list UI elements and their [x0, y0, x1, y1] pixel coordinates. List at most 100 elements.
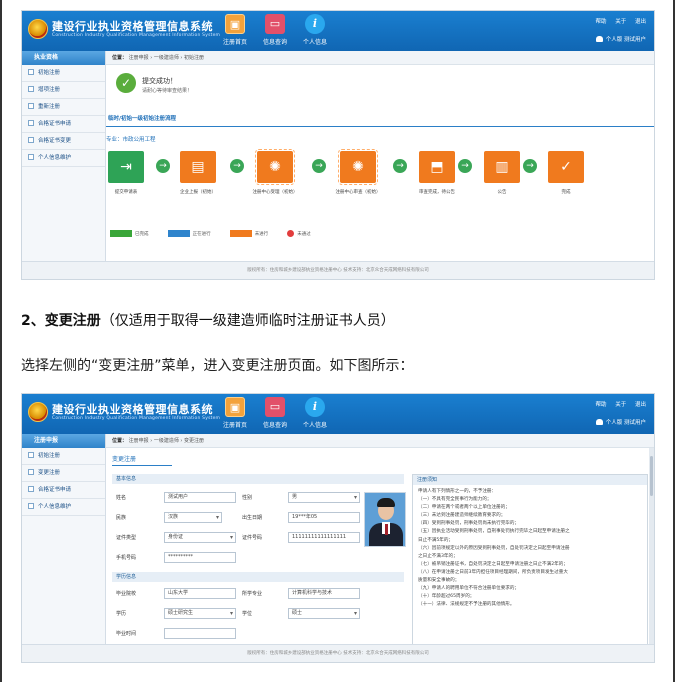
id-number-field[interactable]: 11111111111111111 — [288, 532, 360, 543]
current-user[interactable]: 个人版 测试用户 — [595, 35, 646, 43]
notice-line: 日止不满5年的； — [418, 537, 454, 543]
flow-step-label: 企业上报（初始） — [180, 190, 216, 195]
system-subtitle: Construction Industry Qualification Mana… — [52, 416, 221, 421]
sidebar-item-certificate-apply[interactable]: 合格证书申请 — [22, 116, 105, 133]
breadcrumb-item[interactable]: 注册申报 — [129, 438, 149, 444]
legend-done: 已完成 — [110, 230, 149, 237]
vertical-scrollbar[interactable] — [649, 448, 654, 644]
sidebar-item-change[interactable]: 变更注册 — [22, 465, 105, 482]
notice-title: 注册须知 — [413, 475, 647, 485]
nav-home-button[interactable]: ▣ 注册首页 — [218, 397, 252, 433]
notice-line: （八）在申请注册之日前3年内担任项目经理期间，所负责项目发生过重大 — [418, 569, 568, 575]
legend-swatch — [167, 230, 190, 237]
sidebar: 注册申报 初始注册 变更注册 合格证书申请 个人信息维护 — [22, 434, 106, 644]
sidebar-item-profile[interactable]: 个人信息维护 — [22, 499, 105, 516]
home-icon: ▣ — [225, 397, 245, 417]
breadcrumb-item[interactable]: 注册申报 — [129, 55, 149, 61]
help-link[interactable]: 帮助 — [595, 19, 606, 25]
legend-in-progress: 正在进行 — [167, 230, 211, 237]
form-title: 变更注册 — [112, 454, 172, 466]
section-basic-info: 基本信息 — [112, 474, 404, 484]
breadcrumb-item[interactable]: 一级建造师 — [154, 438, 179, 444]
flow-step-label: 完成 — [561, 190, 571, 195]
list-icon — [28, 86, 34, 92]
sidebar-item-add[interactable]: 增项注册 — [22, 82, 105, 99]
success-title: 提交成功！ — [142, 77, 177, 85]
notice-line: 质量和安全事故的； — [418, 578, 460, 584]
id-type-select[interactable]: 身份证 — [164, 532, 236, 543]
notice-line: （七）被吊销注册证书，自处罚决定之日起至申请注册之日止不满2年的； — [418, 561, 568, 567]
main-content: 位置： 注册申报 › 一级建造师 › 初始注册 ✓ 提交成功！ 请耐心等待审查结… — [106, 51, 654, 261]
main-content: 位置： 注册申报 › 一级建造师 › 变更注册 变更注册 基本信息 姓名 测试用… — [106, 434, 654, 662]
photo-hair — [377, 498, 395, 507]
list-icon — [28, 486, 34, 492]
breadcrumb-item[interactable]: 一级建造师 — [154, 55, 179, 61]
sidebar-item-certificate-apply[interactable]: 合格证书申请 — [22, 482, 105, 499]
flow-step-label: 注册中心审查（初始） — [335, 190, 381, 195]
school-field[interactable]: 山东大学 — [164, 588, 236, 599]
nav-home-button[interactable]: ▣ 注册首页 — [218, 14, 252, 50]
nation-select[interactable]: 汉族 — [164, 512, 222, 523]
applicant-photo — [364, 492, 406, 547]
sidebar-header[interactable]: 执业资格 — [22, 51, 105, 65]
sidebar-item-reregister[interactable]: 重新注册 — [22, 99, 105, 116]
list-icon — [28, 120, 34, 126]
nav-info-button[interactable]: i 个人信息 — [298, 397, 332, 433]
arrow-right-icon: → — [312, 159, 326, 173]
notice-line: （六）因前项规定以外的原因受到刑事处罚，自处罚决定之日起至申请注册 — [418, 545, 570, 551]
birth-date-field[interactable]: 19***年05 — [288, 512, 360, 523]
graduation-field[interactable] — [164, 628, 236, 639]
name-field[interactable]: 测试用户 — [164, 492, 236, 503]
gear-review-icon: ✺ — [338, 149, 378, 185]
sidebar-item-initial[interactable]: 初始注册 — [22, 65, 105, 82]
nav-query-button[interactable]: ▭ 信息查询 — [258, 397, 292, 433]
legend-not-started: 未进行 — [229, 230, 268, 237]
notice-line: （五）因执业活动受到刑事处罚，自刑事处罚执行完毕之日起至申请注册之 — [418, 529, 570, 535]
sidebar-item-certificate-change[interactable]: 合格证书变更 — [22, 133, 105, 150]
sidebar-item-label: 个人信息维护 — [38, 155, 72, 161]
current-user[interactable]: 个人版 测试用户 — [595, 418, 646, 426]
nav-query-button[interactable]: ▭ 信息查询 — [258, 14, 292, 50]
flow-step-pending-announce: ⬒ 审查完成，待公告 — [409, 151, 465, 195]
sidebar-item-initial[interactable]: 初始注册 — [22, 448, 105, 465]
company-folder-icon: ▤ — [180, 151, 216, 183]
name-label: 姓名 — [116, 495, 127, 501]
major-field[interactable]: 计算机科学与技术 — [288, 588, 360, 599]
help-link[interactable]: 帮助 — [595, 402, 606, 408]
tab-registration-flow[interactable]: 临时/初始一级初始注册流程 — [108, 113, 176, 126]
sidebar-item-profile[interactable]: 个人信息维护 — [22, 150, 105, 167]
degree-select[interactable]: 硕士 — [288, 608, 360, 619]
gear-review-icon: ✺ — [255, 149, 295, 185]
arrow-right-icon: → — [156, 159, 170, 173]
nav-info-button[interactable]: i 个人信息 — [298, 14, 332, 50]
about-link[interactable]: 关于 — [615, 19, 626, 25]
success-subtitle: 请耐心等待审查结果！ — [142, 88, 193, 94]
education-select[interactable]: 硕士研究生 — [164, 608, 236, 619]
notice-line: 之日止不满3年的； — [418, 553, 458, 559]
sidebar-item-label: 初始注册 — [38, 70, 61, 76]
registration-notice: 注册须知 申请人有下列情形之一的，不予注册： （一）不具有完全民事行为能力的； … — [412, 474, 648, 662]
gender-label: 性别 — [242, 495, 253, 501]
flow-step-complete: ✓ 完成 — [538, 151, 594, 195]
phone-field[interactable]: ********** — [164, 552, 236, 563]
national-emblem-icon — [28, 19, 48, 39]
breadcrumb-item: 变更注册 — [184, 438, 205, 444]
footer: 版权所有：住房和城乡建设部执业资格注册中心 技术支持：北京众合天成网络科技有限公… — [22, 644, 654, 662]
degree-label: 学位 — [242, 611, 253, 617]
major-field-label: 所学专业 — [242, 591, 263, 597]
sidebar-header[interactable]: 注册申报 — [22, 434, 105, 448]
document-icon: ▥ — [484, 151, 520, 183]
tab-bar: 临时/初始一级初始注册流程 — [106, 113, 654, 127]
success-check-icon: ✓ — [116, 73, 136, 93]
sidebar-item-label: 重新注册 — [38, 104, 61, 110]
gender-select[interactable]: 男 — [288, 492, 360, 503]
section-education: 学历信息 — [112, 572, 404, 582]
logout-link[interactable]: 退出 — [635, 19, 646, 25]
flow-step-review: ✺ 注册中心审查（初始） — [330, 149, 386, 195]
logout-link[interactable]: 退出 — [635, 402, 646, 408]
about-link[interactable]: 关于 — [615, 402, 626, 408]
user-icon — [595, 36, 603, 42]
scrollbar-thumb[interactable] — [650, 456, 653, 496]
sidebar-item-label: 变更注册 — [38, 470, 61, 476]
education-label: 学历 — [116, 611, 127, 617]
